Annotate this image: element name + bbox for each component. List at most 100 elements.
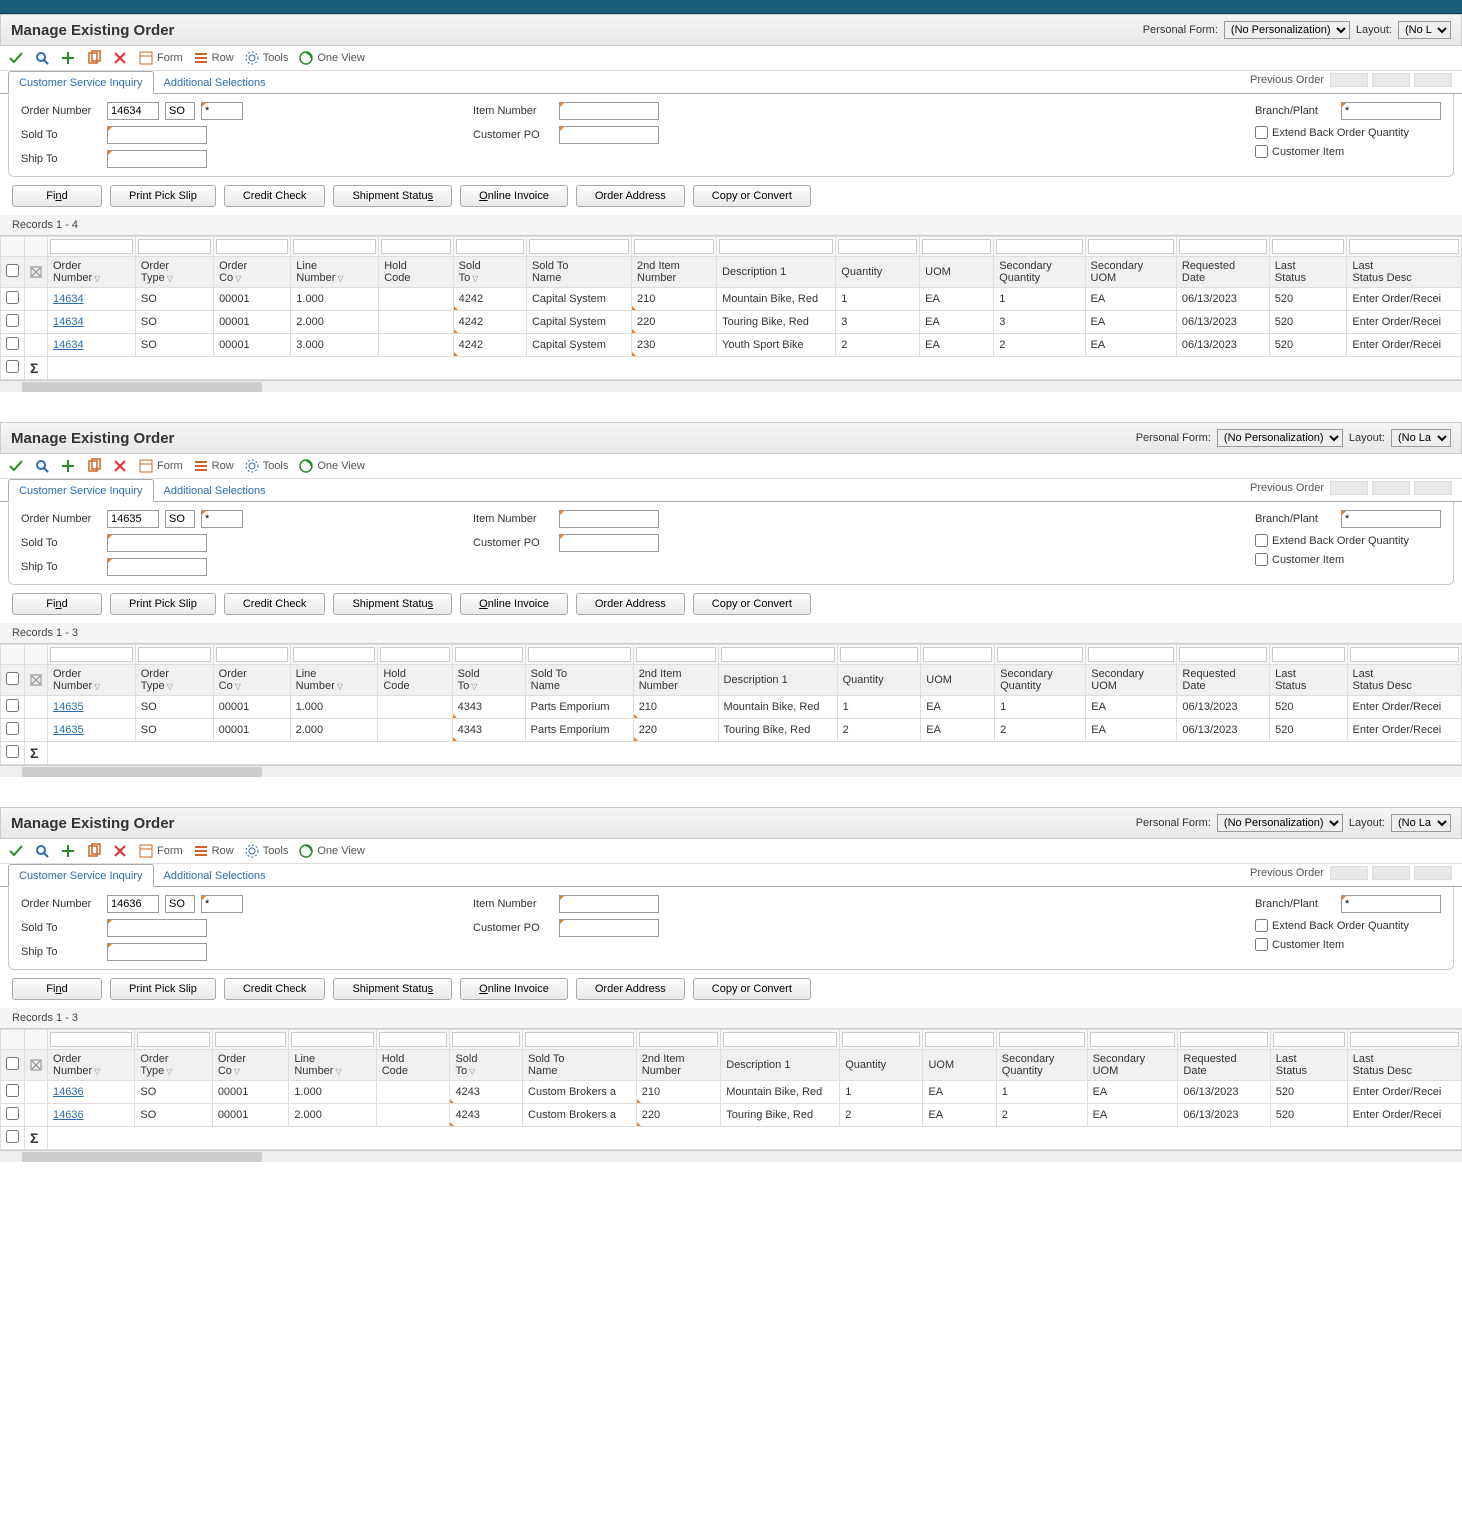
ok-icon[interactable] bbox=[8, 458, 24, 474]
row-checkbox[interactable] bbox=[6, 1107, 19, 1120]
tools-menu[interactable]: Tools bbox=[244, 843, 289, 859]
col-last-status[interactable]: LastStatus bbox=[1270, 1050, 1347, 1081]
extend-checkbox[interactable] bbox=[1255, 534, 1268, 547]
credit-check-button[interactable]: Credit Check bbox=[224, 593, 326, 615]
row-menu[interactable]: Row bbox=[193, 843, 234, 859]
row-marker-header[interactable] bbox=[25, 257, 48, 288]
search-icon[interactable] bbox=[34, 843, 50, 859]
col-last-status[interactable]: LastStatus bbox=[1269, 257, 1347, 288]
online-invoice-button[interactable]: Online Invoice bbox=[460, 593, 568, 615]
tools-menu[interactable]: Tools bbox=[244, 50, 289, 66]
order-number-link[interactable]: 14634 bbox=[48, 334, 136, 357]
filter-order-type[interactable] bbox=[137, 1032, 209, 1047]
filter-order-number[interactable] bbox=[50, 1032, 132, 1047]
order-address-button[interactable]: Order Address bbox=[576, 593, 685, 615]
tab-customer-service-inquiry[interactable]: Customer Service Inquiry bbox=[8, 864, 154, 887]
customer-item-checkbox[interactable] bbox=[1255, 145, 1268, 158]
customer-po-input[interactable] bbox=[559, 534, 659, 552]
col-last-status-desc[interactable]: LastStatus Desc bbox=[1347, 1050, 1461, 1081]
row-checkbox[interactable] bbox=[6, 1084, 19, 1097]
filter-req-date[interactable] bbox=[1179, 239, 1267, 254]
col-last-status-desc[interactable]: LastStatus Desc bbox=[1347, 257, 1462, 288]
sigma-checkbox[interactable] bbox=[6, 360, 19, 373]
col-sold-to-name[interactable]: Sold ToName bbox=[526, 257, 631, 288]
filter-line-number[interactable] bbox=[293, 239, 376, 254]
col-uom[interactable]: UOM bbox=[921, 665, 995, 696]
oneview-menu[interactable]: One View bbox=[298, 50, 365, 66]
delete-icon[interactable] bbox=[112, 843, 128, 859]
filter-order-co[interactable] bbox=[216, 239, 288, 254]
personal-form-select[interactable]: (No Personalization) bbox=[1224, 21, 1350, 39]
online-invoice-button[interactable]: Online Invoice bbox=[460, 978, 568, 1000]
col-sold-to[interactable]: SoldTo▽ bbox=[453, 257, 526, 288]
sold-to-input[interactable] bbox=[107, 919, 207, 937]
filter-sold-to[interactable] bbox=[456, 239, 524, 254]
tab-customer-service-inquiry[interactable]: Customer Service Inquiry bbox=[8, 479, 154, 502]
filter-hold-code[interactable] bbox=[380, 647, 449, 662]
row-marker-header[interactable] bbox=[25, 1050, 48, 1081]
col-sec-qty[interactable]: SecondaryQuantity bbox=[996, 1050, 1087, 1081]
form-menu[interactable]: Form bbox=[138, 843, 183, 859]
row-menu[interactable]: Row bbox=[193, 458, 234, 474]
row-checkbox[interactable] bbox=[6, 722, 19, 735]
col-description[interactable]: Description 1 bbox=[721, 1050, 840, 1081]
table-row[interactable]: 14636SO000011.0004243Custom Brokers a210… bbox=[1, 1081, 1462, 1104]
filter-2nd-item[interactable] bbox=[636, 647, 716, 662]
order-type-input[interactable] bbox=[165, 102, 195, 120]
sold-to-input[interactable] bbox=[107, 534, 207, 552]
print-pick-slip-button[interactable]: Print Pick Slip bbox=[110, 978, 216, 1000]
col-req-date[interactable]: RequestedDate bbox=[1177, 665, 1270, 696]
shipment-status-button[interactable]: Shipment Status bbox=[333, 593, 452, 615]
col-description[interactable]: Description 1 bbox=[718, 665, 837, 696]
credit-check-button[interactable]: Credit Check bbox=[224, 978, 326, 1000]
col-sold-to-name[interactable]: Sold ToName bbox=[525, 665, 633, 696]
select-all-checkbox[interactable] bbox=[6, 1057, 19, 1070]
col-order-number[interactable]: OrderNumber▽ bbox=[48, 1050, 135, 1081]
col-2nd-item[interactable]: 2nd ItemNumber bbox=[636, 1050, 720, 1081]
sigma-checkbox[interactable] bbox=[6, 1130, 19, 1143]
find-button[interactable]: Find bbox=[12, 185, 102, 207]
order-number-link[interactable]: 14634 bbox=[48, 288, 136, 311]
order-number-input[interactable] bbox=[107, 510, 159, 528]
col-sold-to-name[interactable]: Sold ToName bbox=[523, 1050, 637, 1081]
order-number-input[interactable] bbox=[107, 895, 159, 913]
credit-check-button[interactable]: Credit Check bbox=[224, 185, 326, 207]
order-address-button[interactable]: Order Address bbox=[576, 185, 685, 207]
print-pick-slip-button[interactable]: Print Pick Slip bbox=[110, 593, 216, 615]
filter-sec-uom[interactable] bbox=[1090, 1032, 1176, 1047]
tools-menu[interactable]: Tools bbox=[244, 458, 289, 474]
row-menu[interactable]: Row bbox=[193, 50, 234, 66]
branch-plant-input[interactable] bbox=[1341, 102, 1441, 120]
tab-additional-selections[interactable]: Additional Selections bbox=[154, 865, 276, 886]
add-icon[interactable] bbox=[60, 50, 76, 66]
search-icon[interactable] bbox=[34, 50, 50, 66]
filter-sec-qty[interactable] bbox=[997, 647, 1083, 662]
layout-select[interactable]: (No La bbox=[1391, 814, 1451, 832]
table-row[interactable]: 14636SO000012.0004243Custom Brokers a220… bbox=[1, 1104, 1462, 1127]
filter-description[interactable] bbox=[719, 239, 833, 254]
filter-order-type[interactable] bbox=[138, 647, 211, 662]
personal-form-select[interactable]: (No Personalization) bbox=[1217, 814, 1343, 832]
add-icon[interactable] bbox=[60, 458, 76, 474]
select-all-checkbox[interactable] bbox=[6, 672, 19, 685]
customer-po-input[interactable] bbox=[559, 126, 659, 144]
order-number-link[interactable]: 14635 bbox=[48, 719, 136, 742]
filter-quantity[interactable] bbox=[838, 239, 917, 254]
filter-last-status-desc[interactable] bbox=[1349, 239, 1459, 254]
filter-description[interactable] bbox=[721, 647, 835, 662]
col-order-co[interactable]: OrderCo▽ bbox=[214, 257, 291, 288]
col-sec-uom[interactable]: SecondaryUOM bbox=[1087, 1050, 1178, 1081]
col-order-type[interactable]: OrderType▽ bbox=[135, 665, 213, 696]
filter-order-number[interactable] bbox=[50, 239, 133, 254]
col-sold-to[interactable]: SoldTo▽ bbox=[450, 1050, 523, 1081]
sigma-icon[interactable]: Σ bbox=[25, 742, 48, 765]
filter-req-date[interactable] bbox=[1180, 1032, 1267, 1047]
delete-icon[interactable] bbox=[112, 50, 128, 66]
col-hold-code[interactable]: HoldCode bbox=[376, 1050, 450, 1081]
row-marker-header[interactable] bbox=[25, 665, 48, 696]
customer-po-input[interactable] bbox=[559, 919, 659, 937]
order-type-input[interactable] bbox=[165, 895, 195, 913]
filter-last-status-desc[interactable] bbox=[1350, 647, 1459, 662]
filter-sec-uom[interactable] bbox=[1088, 647, 1174, 662]
col-hold-code[interactable]: HoldCode bbox=[379, 257, 453, 288]
